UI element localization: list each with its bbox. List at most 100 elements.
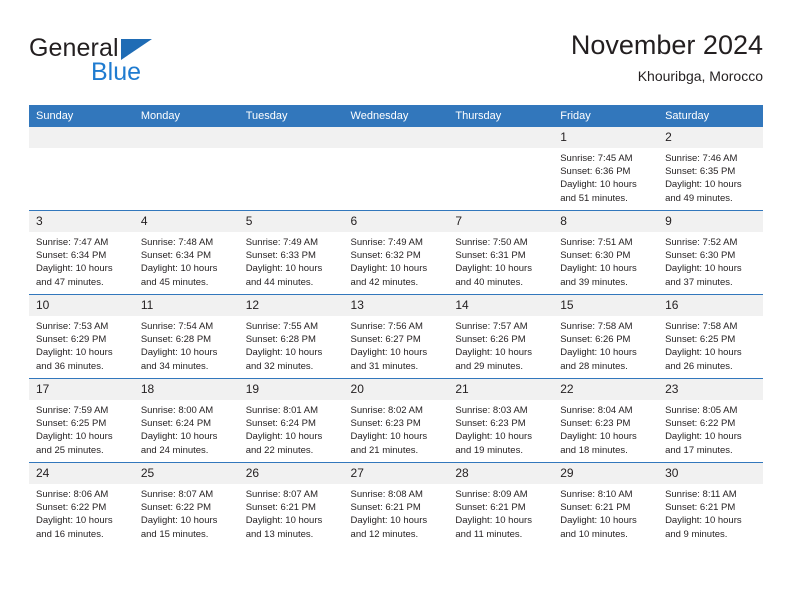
day-cell[interactable]: 28 Sunrise: 8:09 AM Sunset: 6:21 PM Dayligh… (448, 463, 554, 546)
daylight-text: Daylight: 10 hours and 36 minutes. (36, 347, 113, 372)
day-number (29, 127, 134, 148)
sunrise-text: Sunrise: 7:46 AM (665, 153, 738, 164)
daylight-text: Daylight: 10 hours and 40 minutes. (455, 263, 532, 288)
day-details: Sunrise: 7:53 AM Sunset: 6:29 PM Daylight:… (29, 316, 134, 373)
day-number: 15 (553, 295, 659, 316)
day-details: Sunrise: 8:09 AM Sunset: 6:21 PM Daylight:… (448, 484, 553, 541)
day-cell[interactable]: 15 Sunrise: 7:58 AM Sunset: 6:26 PM Dayligh… (553, 295, 659, 378)
day-cell[interactable]: 11 Sunrise: 7:54 AM Sunset: 6:28 PM Dayligh… (133, 295, 239, 378)
calendar-week-row: 1 Sunrise: 7:45 AM Sunset: 6:36 PM Daylight… (29, 127, 763, 211)
day-details: Sunrise: 7:49 AM Sunset: 6:33 PM Daylight:… (239, 232, 344, 289)
calendar-page: General Blue November 2024 Khouribga, Mo… (0, 0, 792, 612)
weekday-header-saturday: Saturday (658, 105, 763, 127)
day-number: 9 (658, 211, 763, 232)
day-cell[interactable]: 30 Sunrise: 8:11 AM Sunset: 6:21 PM Dayligh… (658, 463, 763, 546)
day-details: Sunrise: 7:59 AM Sunset: 6:25 PM Daylight:… (29, 400, 134, 457)
day-cell[interactable]: 23 Sunrise: 8:05 AM Sunset: 6:22 PM Dayligh… (658, 379, 763, 462)
day-cell[interactable]: 8 Sunrise: 7:51 AM Sunset: 6:30 PM Daylight… (553, 211, 659, 294)
sunrise-text: Sunrise: 7:51 AM (560, 237, 633, 248)
day-number: 10 (29, 295, 134, 316)
day-details: Sunrise: 8:10 AM Sunset: 6:21 PM Daylight:… (553, 484, 658, 541)
sunset-text: Sunset: 6:22 PM (140, 502, 212, 514)
day-cell[interactable]: 21 Sunrise: 8:03 AM Sunset: 6:23 PM Dayligh… (448, 379, 554, 462)
sunrise-text: Sunrise: 8:09 AM (455, 489, 528, 500)
day-number: 16 (658, 295, 763, 316)
day-details (134, 148, 239, 152)
day-cell[interactable]: 18 Sunrise: 8:00 AM Sunset: 6:24 PM Dayligh… (133, 379, 239, 462)
day-cell[interactable]: 25 Sunrise: 8:07 AM Sunset: 6:22 PM Dayligh… (133, 463, 239, 546)
day-cell[interactable]: 7 Sunrise: 7:50 AM Sunset: 6:31 PM Daylight… (448, 211, 554, 294)
calendar-cell: 9 Sunrise: 7:52 AM Sunset: 6:30 PM Daylight… (658, 210, 763, 295)
sunset-text: Sunset: 6:21 PM (665, 502, 736, 514)
sunrise-text: Sunrise: 8:07 AM (140, 489, 214, 500)
sunrise-text: Sunrise: 7:55 AM (245, 321, 319, 332)
day-cell[interactable]: 10 Sunrise: 7:53 AM Sunset: 6:29 PM Dayligh… (29, 295, 134, 378)
sunrise-sunset-calendar-table: Sunday Monday Tuesday Wednesday Thursday… (29, 105, 763, 546)
daylight-text: Daylight: 10 hours and 10 minutes. (560, 515, 637, 540)
day-details: Sunrise: 7:54 AM Sunset: 6:28 PM Daylight:… (134, 316, 239, 373)
day-cell[interactable]: 22 Sunrise: 8:04 AM Sunset: 6:23 PM Dayligh… (553, 379, 659, 462)
day-details: Sunrise: 7:48 AM Sunset: 6:34 PM Daylight:… (134, 232, 239, 289)
day-cell[interactable]: 9 Sunrise: 7:52 AM Sunset: 6:30 PM Daylight… (658, 211, 763, 294)
sunset-text: Sunset: 6:35 PM (665, 166, 736, 178)
day-cell[interactable]: 14 Sunrise: 7:57 AM Sunset: 6:26 PM Dayligh… (448, 295, 554, 378)
daylight-text: Daylight: 10 hours and 51 minutes. (560, 179, 637, 204)
day-number (448, 127, 554, 148)
day-cell[interactable]: 19 Sunrise: 8:01 AM Sunset: 6:24 PM Dayligh… (238, 379, 344, 462)
day-number: 22 (553, 379, 659, 400)
day-cell[interactable]: 27 Sunrise: 8:08 AM Sunset: 6:21 PM Dayligh… (343, 463, 449, 546)
sunrise-text: Sunrise: 7:58 AM (665, 321, 738, 332)
day-number: 30 (658, 463, 763, 484)
day-details: Sunrise: 7:46 AM Sunset: 6:35 PM Daylight:… (658, 148, 763, 205)
day-cell[interactable]: 17 Sunrise: 7:59 AM Sunset: 6:25 PM Dayligh… (29, 379, 134, 462)
day-number: 4 (133, 211, 239, 232)
day-number: 28 (448, 463, 554, 484)
day-cell[interactable]: 2 Sunrise: 7:46 AM Sunset: 6:35 PM Daylight… (658, 127, 763, 210)
calendar-cell: 25 Sunrise: 8:07 AM Sunset: 6:22 PM Dayligh… (133, 462, 239, 546)
day-number (343, 127, 449, 148)
daylight-text: Daylight: 10 hours and 26 minutes. (665, 347, 742, 372)
sunset-text: Sunset: 6:23 PM (350, 418, 421, 430)
day-number: 27 (343, 463, 449, 484)
sunrise-text: Sunrise: 8:05 AM (665, 405, 738, 416)
day-cell[interactable]: 3 Sunrise: 7:47 AM Sunset: 6:34 PM Daylight… (29, 211, 134, 294)
calendar-cell: 14 Sunrise: 7:57 AM Sunset: 6:26 PM Dayligh… (448, 294, 554, 379)
calendar-body: 1 Sunrise: 7:45 AM Sunset: 6:36 PM Daylight… (29, 127, 763, 546)
sunrise-text: Sunrise: 8:10 AM (560, 489, 633, 500)
day-cell[interactable]: 12 Sunrise: 7:55 AM Sunset: 6:28 PM Dayligh… (238, 295, 344, 378)
calendar-cell: 5 Sunrise: 7:49 AM Sunset: 6:33 PM Daylight… (238, 210, 344, 295)
day-details (239, 148, 344, 152)
day-details: Sunrise: 8:00 AM Sunset: 6:24 PM Daylight:… (134, 400, 239, 457)
day-cell[interactable]: 13 Sunrise: 7:56 AM Sunset: 6:27 PM Dayligh… (343, 295, 449, 378)
sunset-text: Sunset: 6:21 PM (350, 502, 421, 514)
sunset-text: Sunset: 6:24 PM (245, 418, 316, 430)
day-cell[interactable]: 29 Sunrise: 8:10 AM Sunset: 6:21 PM Dayligh… (553, 463, 659, 546)
calendar-cell: 19 Sunrise: 8:01 AM Sunset: 6:24 PM Dayligh… (238, 378, 344, 463)
day-cell-empty (448, 127, 554, 210)
day-number: 24 (29, 463, 134, 484)
calendar-cell: 3 Sunrise: 7:47 AM Sunset: 6:34 PM Daylight… (29, 210, 134, 295)
day-details: Sunrise: 7:49 AM Sunset: 6:32 PM Daylight:… (344, 232, 449, 289)
day-number: 19 (238, 379, 344, 400)
day-cell[interactable]: 1 Sunrise: 7:45 AM Sunset: 6:36 PM Daylight… (553, 127, 659, 210)
day-cell[interactable]: 26 Sunrise: 8:07 AM Sunset: 6:21 PM Dayligh… (238, 463, 344, 546)
day-details (448, 148, 553, 152)
calendar-cell: 11 Sunrise: 7:54 AM Sunset: 6:28 PM Dayligh… (133, 294, 239, 379)
day-cell[interactable]: 20 Sunrise: 8:02 AM Sunset: 6:23 PM Dayligh… (343, 379, 449, 462)
day-cell[interactable]: 24 Sunrise: 8:06 AM Sunset: 6:22 PM Dayligh… (29, 463, 134, 546)
day-cell[interactable]: 5 Sunrise: 7:49 AM Sunset: 6:33 PM Daylight… (238, 211, 344, 294)
calendar-cell: 6 Sunrise: 7:49 AM Sunset: 6:32 PM Daylight… (343, 210, 449, 295)
sunset-text: Sunset: 6:29 PM (36, 334, 107, 346)
page-title: November 2024 (570, 30, 763, 60)
day-cell[interactable]: 4 Sunrise: 7:48 AM Sunset: 6:34 PM Daylight… (133, 211, 239, 294)
day-cell[interactable]: 16 Sunrise: 7:58 AM Sunset: 6:25 PM Dayligh… (658, 295, 763, 378)
weekday-header-sunday: Sunday (29, 105, 134, 127)
sunrise-text: Sunrise: 7:49 AM (245, 237, 319, 248)
day-cell[interactable]: 6 Sunrise: 7:49 AM Sunset: 6:32 PM Daylight… (343, 211, 449, 294)
day-details: Sunrise: 8:06 AM Sunset: 6:22 PM Daylight:… (29, 484, 134, 541)
daylight-text: Daylight: 10 hours and 47 minutes. (36, 263, 113, 288)
day-number: 17 (29, 379, 134, 400)
day-details: Sunrise: 8:05 AM Sunset: 6:22 PM Daylight:… (658, 400, 763, 457)
day-number: 7 (448, 211, 554, 232)
page-subtitle-location: Khouribga, Morocco (637, 68, 763, 84)
